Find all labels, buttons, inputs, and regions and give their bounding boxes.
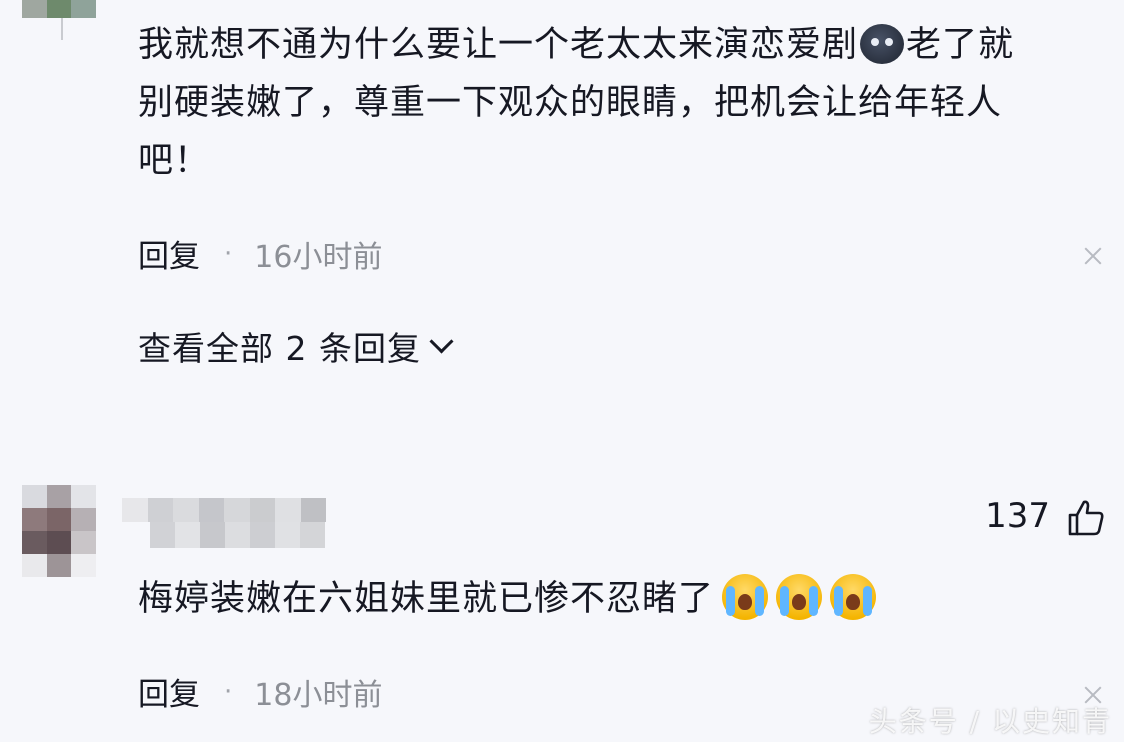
comment-thread: 我就想不通为什么要让一个老太太来演恋爱剧 老了就 别硬装嫩了，尊重一下观众的眼睛，…	[0, 0, 1124, 742]
comment-text-line: 我就想不通为什么要让一个老太太来演恋爱剧	[138, 25, 859, 65]
comment-text: 我就想不通为什么要让一个老太太来演恋爱剧 老了就 别硬装嫩了，尊重一下观众的眼睛，…	[138, 16, 1098, 190]
crying-face-emoji-icon	[776, 574, 823, 620]
comment-text-line: 吧！	[138, 141, 211, 181]
close-icon[interactable]	[1084, 247, 1102, 265]
comment-text-line: 老了就	[906, 25, 1015, 65]
view-replies-label: 查看全部 2 条回复	[138, 329, 421, 368]
timestamp: 18小时前	[254, 677, 383, 713]
watermark: 头条号 / 以史知青	[868, 705, 1112, 738]
thumbs-up-icon[interactable]	[1066, 498, 1106, 538]
separator: ·	[224, 238, 233, 269]
crying-face-emoji-icon	[830, 574, 877, 620]
separator: ·	[224, 676, 233, 707]
thread-line	[61, 18, 63, 40]
comment-text-line: 梅婷装嫩在六姐妹里就已惨不忍睹了	[138, 579, 715, 619]
dark-face-emoji-icon	[860, 24, 905, 64]
comment-meta: 回复 · 18小时前	[138, 669, 382, 714]
timestamp: 16小时前	[254, 239, 383, 275]
username[interactable]	[122, 498, 326, 522]
avatar[interactable]	[22, 0, 96, 18]
username-blur	[150, 522, 325, 548]
reply-button[interactable]: 回复	[138, 669, 200, 714]
like-count: 137	[985, 496, 1050, 536]
chevron-down-icon	[429, 328, 454, 354]
reply-button[interactable]: 回复	[138, 231, 200, 276]
crying-face-emoji-icon	[722, 574, 769, 620]
comment-text: 梅婷装嫩在六姐妹里就已惨不忍睹了	[138, 570, 1098, 628]
comment-meta: 回复 · 16小时前	[138, 231, 382, 276]
avatar[interactable]	[22, 485, 96, 577]
view-replies-button[interactable]: 查看全部 2 条回复	[138, 322, 454, 370]
comment-text-line: 别硬装嫩了，尊重一下观众的眼睛，把机会让给年轻人	[138, 83, 1003, 123]
